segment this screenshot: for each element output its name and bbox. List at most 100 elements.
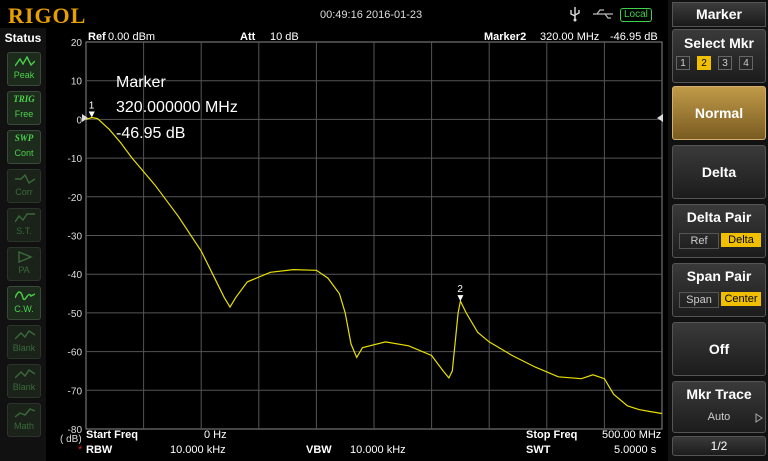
triangle-right-icon [755, 413, 763, 423]
status-peak-label: Peak [13, 70, 35, 80]
att-label: Att [240, 31, 256, 43]
status-blank1-button[interactable]: Blank [7, 325, 41, 359]
corr-icon [15, 173, 35, 185]
rbw-indicator: * [78, 444, 83, 456]
status-swp-label: Cont [14, 148, 34, 158]
network-icon [593, 9, 613, 19]
span-pair-button[interactable]: Span Pair Span Center [672, 263, 766, 317]
y-tick-label: -50 [68, 309, 83, 320]
marker-box-title: Marker [116, 74, 166, 91]
y-tick-label: -20 [68, 193, 83, 204]
status-blank1-label: Blank [12, 343, 36, 353]
vbw-label: VBW [306, 444, 332, 456]
st-icon [15, 213, 35, 223]
status-math-label: Math [13, 421, 34, 431]
normal-button[interactable]: Normal [672, 86, 766, 140]
delta-pair-label: Delta Pair [686, 209, 752, 225]
att-value: 10 dB [270, 31, 299, 43]
y-tick-label: 0 [76, 115, 82, 126]
y-tick-label: 20 [71, 38, 83, 49]
status-cw-button[interactable]: C.W. [7, 286, 41, 320]
marker-number-1[interactable]: 1 [676, 56, 690, 70]
status-corr-label: Corr [15, 187, 33, 197]
status-math-button[interactable]: Math [7, 403, 41, 437]
marker-number-4[interactable]: 4 [739, 56, 753, 70]
marker-trace-button[interactable]: Mkr Trace Auto [672, 381, 766, 433]
delta-pair-button[interactable]: Delta Pair Ref Delta [672, 204, 766, 258]
status-panel: Status Peak TRIG Free SWP Cont Corr S.T.… [0, 28, 46, 461]
rbw-value: 10.000 kHz [170, 444, 226, 456]
spectrum-plot[interactable]: Ref 0.00 dBm Att 10 dB Marker2 320.00 MH… [46, 28, 668, 461]
status-pa-label: PA [18, 265, 30, 275]
stop-freq-value: 500.00 MHz [602, 429, 661, 441]
marker2-label: Marker2 [484, 31, 526, 43]
status-blank2-label: Blank [12, 382, 36, 392]
select-marker-label: Select Mkr [683, 35, 755, 51]
top-status-bar: RIGOL 00:49:16 2016-01-23 Local [0, 0, 668, 28]
y-tick-label: -60 [68, 348, 83, 359]
span-pair-center-option[interactable]: Center [721, 292, 761, 306]
blank-icon [15, 369, 35, 379]
delta-pair-delta-option[interactable]: Delta [721, 233, 761, 247]
y-tick-label: 10 [71, 77, 83, 88]
usb-icon [570, 7, 580, 22]
off-label: Off [708, 341, 730, 357]
peak-icon [15, 56, 35, 67]
normal-label: Normal [694, 105, 744, 121]
status-blank2-button[interactable]: Blank [7, 364, 41, 398]
status-st-button[interactable]: S.T. [7, 208, 41, 242]
marker2-level: -46.95 dB [610, 31, 658, 43]
page-label: 1/2 [710, 439, 728, 453]
pa-icon [18, 251, 33, 263]
date-time: 00:49:16 2016-01-23 [320, 9, 423, 21]
ref-value: 0.00 dBm [108, 31, 155, 43]
span-pair-label: Span Pair [686, 268, 752, 284]
delta-pair-ref-option[interactable]: Ref [679, 233, 719, 249]
delta-label: Delta [701, 164, 737, 180]
status-trig-top: TRIG [13, 94, 35, 104]
off-button[interactable]: Off [672, 322, 766, 376]
y-tick-labels: 20100-10-20-30-40-50-60-70-80 [68, 38, 83, 436]
marker-1-label: 1 [89, 100, 95, 111]
marker-number-2[interactable]: 2 [697, 56, 711, 70]
swt-label: SWT [526, 444, 551, 456]
marker-trace-value: Auto [707, 411, 731, 423]
ref-level-left-arrow [82, 114, 88, 122]
menu-title: Marker [672, 2, 766, 27]
marker-trace-label: Mkr Trace [686, 386, 752, 402]
ref-label: Ref [88, 31, 106, 43]
delta-button[interactable]: Delta [672, 145, 766, 199]
status-corr-button[interactable]: Corr [7, 169, 41, 203]
marker-menu: Marker Select Mkr 1 2 3 4 Normal Delta D… [668, 0, 768, 461]
y-tick-label: -70 [68, 386, 83, 397]
status-pa-button[interactable]: PA [7, 247, 41, 281]
status-st-label: S.T. [16, 226, 32, 236]
ref-level-right-arrow [657, 114, 663, 122]
status-trig-button[interactable]: TRIG Free [7, 91, 41, 125]
status-peak-button[interactable]: Peak [7, 52, 41, 86]
math-icon [15, 408, 35, 418]
local-mode-badge: Local [620, 8, 652, 22]
status-swp-button[interactable]: SWP Cont [7, 130, 41, 164]
marker-number-3[interactable]: 3 [718, 56, 732, 70]
marker-box-level: -46.95 dB [116, 125, 185, 142]
marker-2-label: 2 [457, 284, 463, 295]
status-cw-label: C.W. [14, 304, 34, 314]
start-freq-label: Start Freq [86, 429, 138, 441]
marker-box-freq: 320.000000 MHz [116, 99, 238, 116]
rigol-logo: RIGOL [8, 3, 87, 28]
marker2-freq: 320.00 MHz [540, 31, 599, 43]
y-tick-label: -30 [68, 232, 83, 243]
marker-2-pointer [457, 295, 464, 302]
span-pair-span-option[interactable]: Span [679, 292, 719, 308]
stop-freq-label: Stop Freq [526, 429, 577, 441]
page-button[interactable]: 1/2 [672, 436, 766, 456]
status-trig-label: Free [14, 109, 34, 119]
rbw-label: RBW [86, 444, 113, 456]
y-tick-label: -40 [68, 270, 83, 281]
vbw-value: 10.000 kHz [350, 444, 406, 456]
swt-value: 5.0000 s [614, 444, 657, 456]
spectrum-display: Ref 0.00 dBm Att 10 dB Marker2 320.00 MH… [46, 28, 668, 461]
status-title: Status [4, 31, 42, 45]
marker-1-pointer [88, 111, 95, 118]
